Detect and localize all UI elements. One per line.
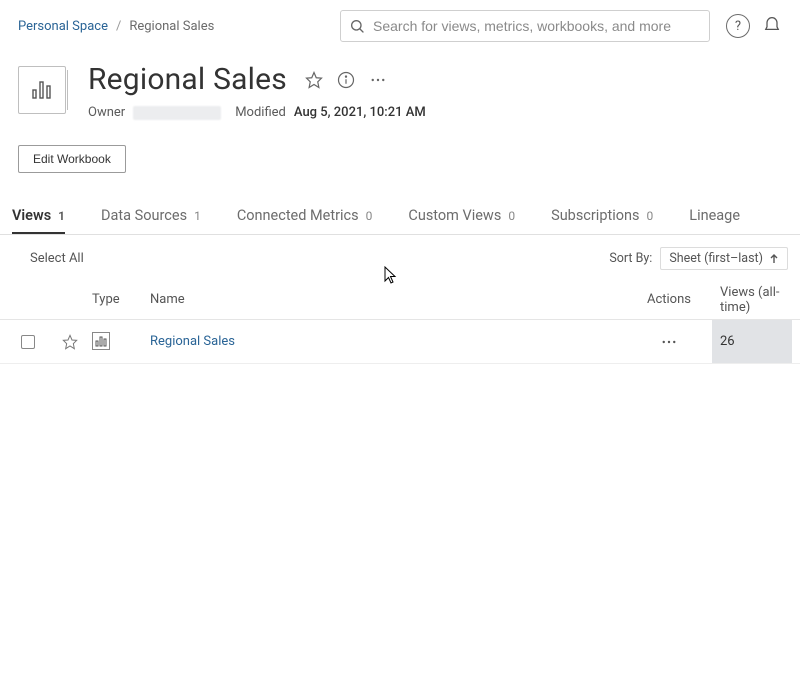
owner-value: [133, 106, 221, 120]
table-header-row: Type Name Actions Views (all-time): [0, 280, 800, 320]
favorite-star-icon[interactable]: [305, 71, 323, 89]
modified-label: Modified: [235, 105, 286, 120]
tab-count: 1: [58, 209, 65, 223]
tab-label: Data Sources: [101, 207, 187, 224]
tab-label: Custom Views: [408, 207, 501, 224]
breadcrumb-current: Regional Sales: [129, 19, 214, 34]
more-actions-icon[interactable]: [369, 71, 387, 89]
tab-views[interactable]: Views 1: [12, 207, 65, 234]
favorite-star-icon[interactable]: [62, 334, 78, 350]
tab-label: Connected Metrics: [237, 207, 359, 224]
meta-row: Owner Modified Aug 5, 2021, 10:21 AM: [88, 105, 782, 120]
tab-data-sources[interactable]: Data Sources 1: [101, 207, 201, 234]
column-name[interactable]: Name: [150, 292, 626, 307]
tab-label: Views: [12, 207, 51, 224]
tab-count: 0: [366, 209, 373, 223]
row-views-count: 26: [712, 320, 792, 363]
select-all-link[interactable]: Select All: [30, 251, 84, 266]
sort-ascending-icon: [769, 254, 779, 264]
info-icon[interactable]: [337, 71, 355, 89]
row-checkbox[interactable]: [21, 335, 35, 349]
breadcrumb: Personal Space / Regional Sales: [18, 19, 214, 34]
page-title: Regional Sales: [88, 62, 287, 97]
search-icon: [349, 18, 365, 34]
breadcrumb-parent[interactable]: Personal Space: [18, 19, 108, 34]
tab-connected-metrics[interactable]: Connected Metrics 0: [237, 207, 373, 234]
tab-subscriptions[interactable]: Subscriptions 0: [551, 207, 653, 234]
help-icon[interactable]: ?: [726, 14, 750, 38]
column-type[interactable]: Type: [92, 292, 150, 307]
sort-selector[interactable]: Sheet (first–last): [660, 247, 788, 270]
tab-strip: Views 1 Data Sources 1 Connected Metrics…: [0, 173, 800, 235]
tab-custom-views[interactable]: Custom Views 0: [408, 207, 515, 234]
column-views[interactable]: Views (all-time): [712, 285, 792, 315]
search-input[interactable]: [373, 18, 701, 34]
view-name-link[interactable]: Regional Sales: [150, 334, 626, 349]
modified-value: Aug 5, 2021, 10:21 AM: [294, 105, 426, 120]
owner-label: Owner: [88, 105, 125, 120]
tab-count: 0: [647, 209, 654, 223]
edit-workbook-button[interactable]: Edit Workbook: [18, 145, 126, 173]
column-actions: Actions: [626, 292, 712, 307]
tab-count: 0: [508, 209, 515, 223]
breadcrumb-separator: /: [116, 19, 121, 34]
sort-value: Sheet (first–last): [669, 251, 763, 266]
tab-label: Lineage: [689, 207, 740, 224]
tab-lineage[interactable]: Lineage: [689, 207, 740, 234]
bar-chart-icon: [95, 335, 107, 347]
tab-label: Subscriptions: [551, 207, 639, 224]
bar-chart-icon: [31, 80, 53, 100]
workbook-icon: [18, 66, 66, 114]
notifications-icon[interactable]: [762, 15, 782, 37]
search-box[interactable]: [340, 10, 710, 42]
table-row: Regional Sales 26: [0, 320, 800, 364]
view-type-icon: [92, 332, 110, 350]
row-more-actions-icon[interactable]: [660, 333, 678, 351]
sort-by-label: Sort By:: [609, 251, 652, 266]
tab-count: 1: [194, 209, 201, 223]
